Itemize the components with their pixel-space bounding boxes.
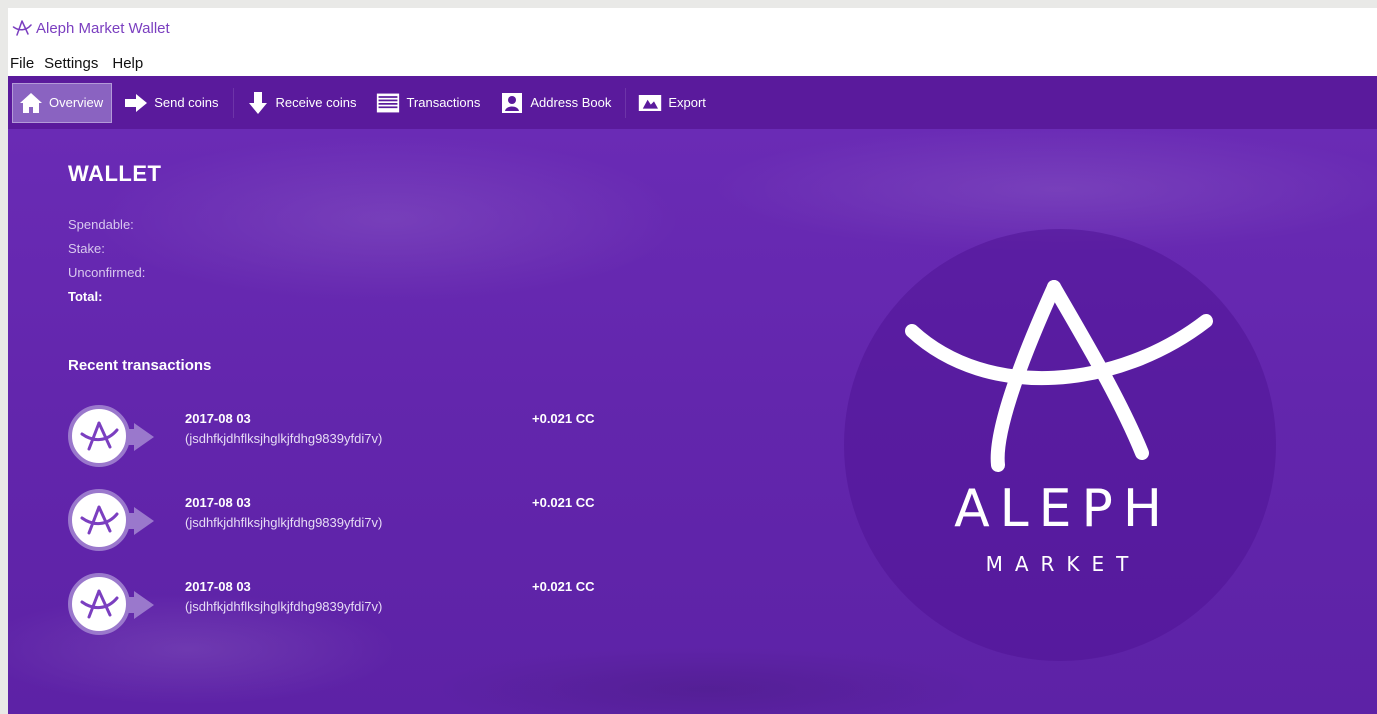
transaction-amount: +0.021 CC [532, 579, 595, 594]
toolbar-divider [625, 87, 627, 118]
transaction-item[interactable]: 2017-08 03 (jsdhfkjdhflksjhglkjfdhg9839y… [68, 483, 628, 567]
contact-icon [500, 91, 524, 115]
app-window: Aleph Market Wallet File Settings Help O… [8, 8, 1377, 714]
tab-send-coins-label: Send coins [154, 95, 219, 110]
tab-receive-coins[interactable]: Receive coins [240, 83, 365, 123]
tab-address-book-label: Address Book [530, 95, 612, 110]
home-icon [19, 91, 43, 115]
transaction-id: (jsdhfkjdhflksjhglkjfdhg9839yfdi7v) [185, 431, 383, 446]
tab-export[interactable]: Export [632, 83, 714, 123]
transaction-list: 2017-08 03 (jsdhfkjdhflksjhglkjfdhg9839y… [68, 399, 628, 651]
window-title: Aleph Market Wallet [36, 19, 170, 37]
menu-bar: File Settings Help [8, 51, 1377, 75]
transaction-amount: +0.021 CC [532, 411, 595, 426]
recent-transactions-title: Recent transactions [68, 357, 212, 374]
arrow-right-icon [124, 91, 148, 115]
export-icon [638, 91, 662, 115]
title-bar: Aleph Market Wallet [8, 8, 1377, 48]
aleph-logo-icon [68, 489, 130, 551]
tab-address-book[interactable]: Address Book [494, 83, 619, 123]
arrow-right-icon [134, 591, 154, 619]
aleph-logo-icon [12, 20, 32, 36]
transaction-date: 2017-08 03 [185, 579, 251, 594]
tab-transactions-label: Transactions [406, 95, 481, 110]
transaction-id: (jsdhfkjdhflksjhglkjfdhg9839yfdi7v) [185, 599, 383, 614]
tab-overview-label: Overview [49, 95, 104, 110]
toolbar-divider [232, 87, 234, 118]
toolbar: Overview Send coins Receive coins Transa… [8, 76, 1377, 129]
transaction-amount: +0.021 CC [532, 495, 595, 510]
list-icon [376, 91, 400, 115]
unconfirmed-label: Unconfirmed: [68, 265, 146, 280]
overview-panel: WALLET Spendable: Stake: Unconfirmed: To… [8, 129, 1377, 714]
tab-overview[interactable]: Overview [12, 82, 113, 123]
arrow-down-icon [246, 91, 270, 115]
transaction-item[interactable]: 2017-08 03 (jsdhfkjdhflksjhglkjfdhg9839y… [68, 567, 628, 651]
aleph-logo-icon [68, 405, 130, 467]
tab-export-label: Export [668, 95, 706, 110]
stake-label: Stake: [68, 241, 105, 256]
tab-transactions[interactable]: Transactions [370, 83, 488, 123]
arrow-right-icon [134, 423, 154, 451]
transaction-date: 2017-08 03 [185, 495, 251, 510]
menu-help[interactable]: Help [112, 55, 143, 72]
balance-summary: Spendable: Stake: Unconfirmed: Total: [68, 213, 145, 309]
wallet-title: WALLET [68, 161, 162, 186]
spendable-label: Spendable: [68, 217, 134, 232]
aleph-brand-logo-icon [905, 280, 1213, 472]
tab-send-coins[interactable]: Send coins [118, 83, 226, 123]
total-label: Total: [68, 289, 103, 304]
transaction-id: (jsdhfkjdhflksjhglkjfdhg9839yfdi7v) [185, 515, 383, 530]
transaction-date: 2017-08 03 [185, 411, 251, 426]
tab-receive-coins-label: Receive coins [275, 95, 357, 110]
brand-subtitle: MARKET [985, 552, 1141, 576]
transaction-item[interactable]: 2017-08 03 (jsdhfkjdhflksjhglkjfdhg9839y… [68, 399, 628, 483]
menu-file[interactable]: File [10, 55, 34, 72]
aleph-logo-icon [68, 573, 130, 635]
brand-name: ALEPH [954, 479, 1172, 539]
arrow-right-icon [134, 507, 154, 535]
menu-settings[interactable]: Settings [44, 55, 98, 72]
